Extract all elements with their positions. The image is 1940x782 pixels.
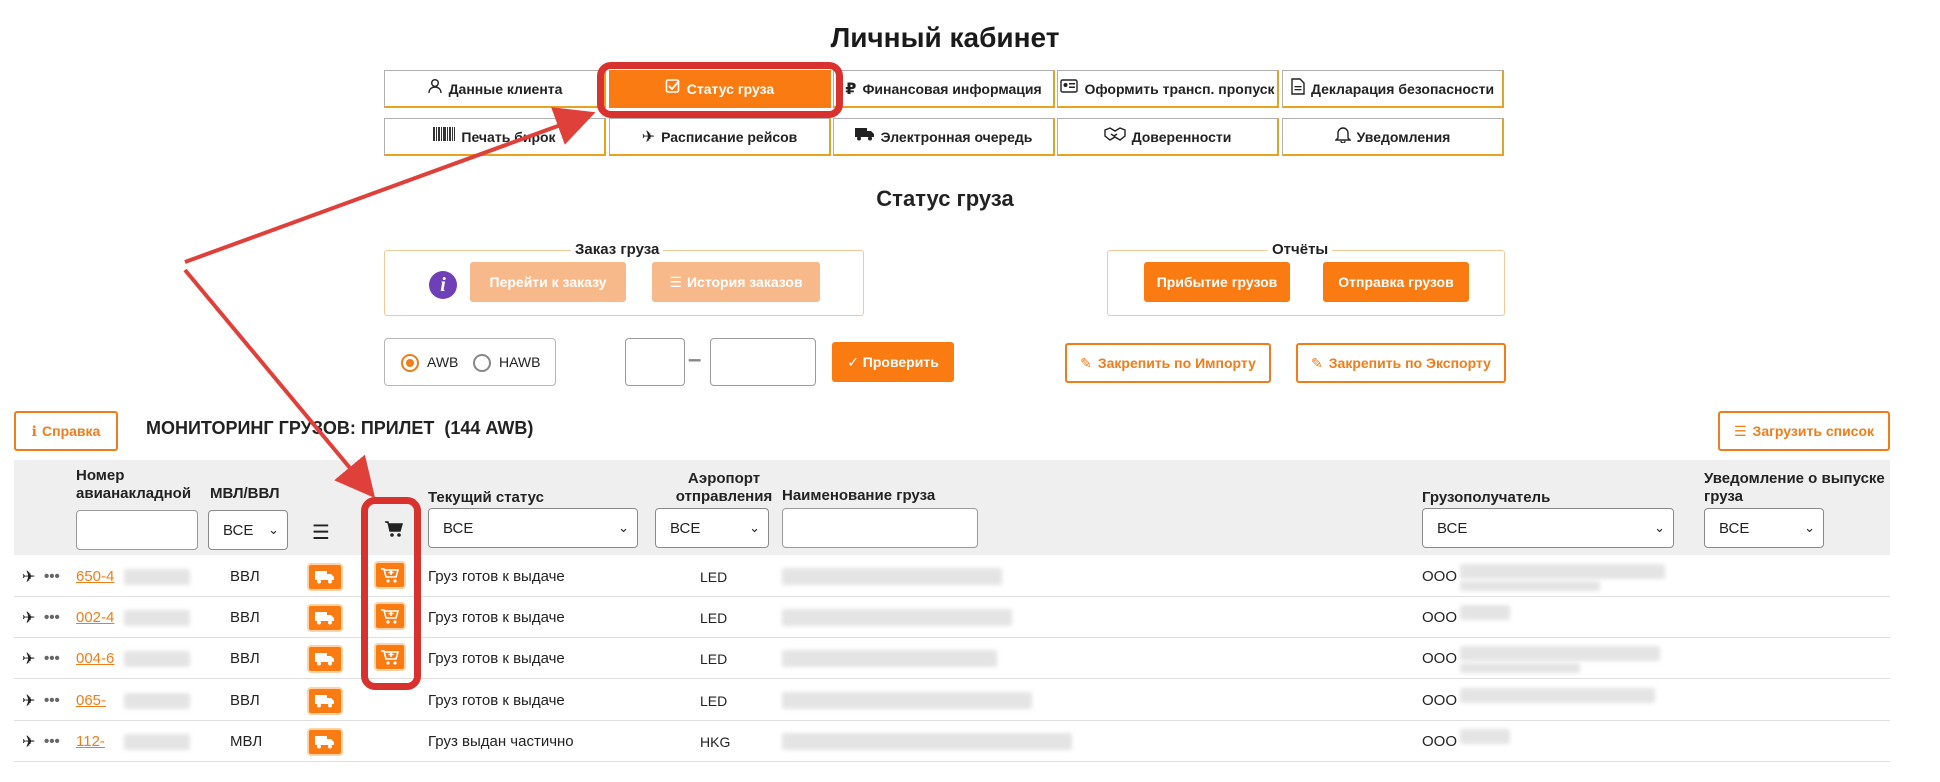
arrow-to-cart [183,268,376,499]
annotation-arrows [183,107,596,499]
arrow-to-nav [184,107,596,264]
